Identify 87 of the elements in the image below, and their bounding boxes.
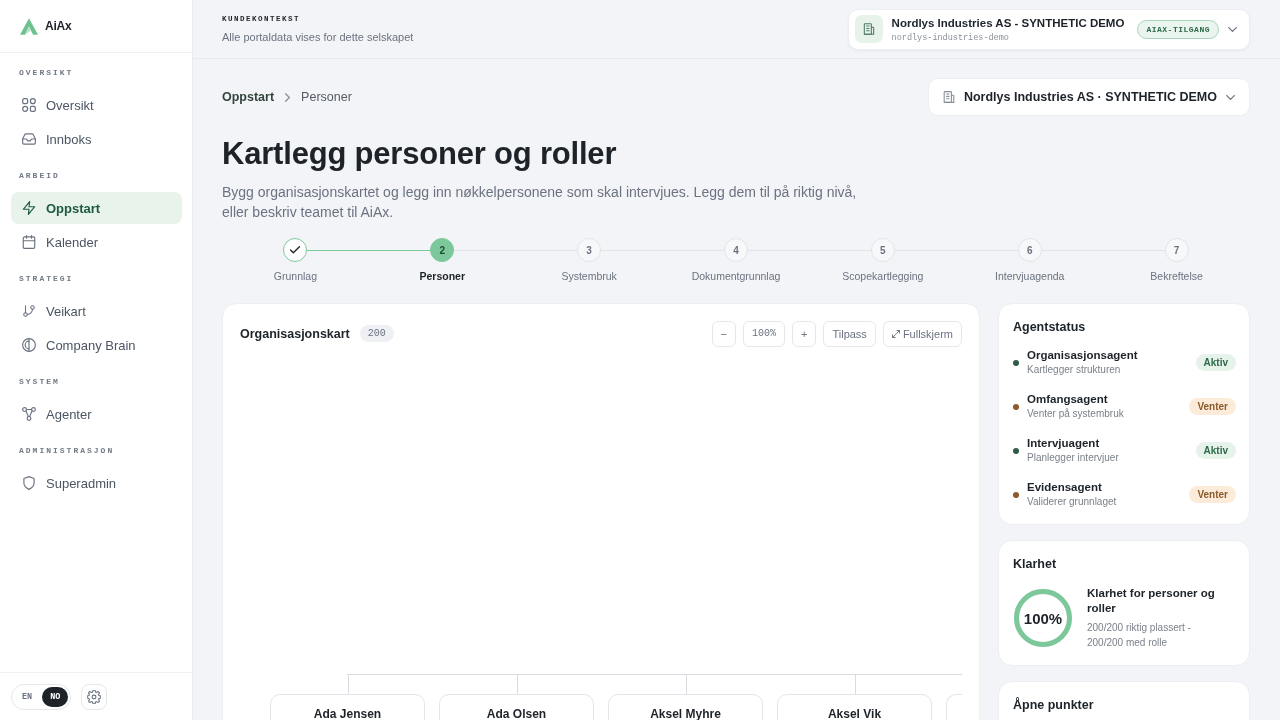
nav-item[interactable]: Oversikt [11, 89, 182, 121]
settings-icon [87, 689, 102, 704]
step-label: Grunnlag [273, 269, 317, 283]
agent-description: Validerer grunnlaget [1027, 495, 1117, 509]
step-number: 6 [1017, 238, 1042, 262]
branch-icon [22, 304, 36, 318]
status-badge: Aktiv [1195, 442, 1236, 459]
company-slug: nordlys-industries-demo [891, 32, 1009, 43]
org-node-card[interactable]: Ada Olsen [439, 694, 594, 720]
grid-icon [22, 98, 36, 112]
nav-item[interactable]: Company Brain [11, 329, 182, 361]
access-badge: AIAX-TILGANG [1137, 19, 1219, 39]
nav-item[interactable]: Veikart [11, 295, 182, 327]
page-description: Bygg organisasjonskartet og legg inn nøkkelpersonene som skal intervjues. Legg dem til på riktig nivå, eller beskriv teamet til AiAx. [222, 183, 858, 222]
nav-item[interactable]: Agenter [11, 398, 182, 430]
status-badge: Venter [1189, 486, 1236, 503]
card-title: Klarhet [1013, 556, 1057, 572]
card-title: Åpne punkter [1013, 697, 1094, 713]
split-circle-icon [22, 338, 36, 352]
agent-name: Intervjuagent [1027, 436, 1100, 451]
chevron-down-icon [1226, 94, 1235, 100]
settings-button[interactable] [81, 683, 108, 710]
section-label: STRATEGI [18, 273, 74, 285]
status-badge: Aktiv [1195, 354, 1236, 371]
shield-icon [22, 476, 36, 490]
step-label: Systembruk [561, 269, 617, 283]
calendar-icon [22, 235, 36, 249]
section-label: ARBEID [18, 170, 60, 182]
network-icon [22, 407, 36, 421]
zoom-out-button[interactable]: − [711, 320, 736, 347]
step-number: 2 [430, 238, 455, 262]
company-name: Nordlys Industries AS - SYNTHETIC DEMO [891, 15, 1125, 30]
step-number: 7 [1164, 238, 1189, 262]
building-icon [942, 91, 955, 103]
company-select[interactable]: Nordlys Industries AS · SYNTHETIC DEMO [927, 78, 1250, 116]
agent-description: Venter på systembruk [1027, 407, 1124, 421]
lightning-icon [22, 201, 36, 215]
logo-icon [20, 17, 38, 35]
zoom-in-button[interactable]: + [792, 320, 817, 347]
section-label: SYSTEM [18, 376, 60, 388]
zoom-level-button[interactable]: 100% [743, 320, 785, 347]
chevron-right-icon [285, 92, 291, 102]
inbox-icon [22, 132, 36, 146]
org-node-card[interactable]: Aksel Myhre [608, 694, 763, 720]
agent-name: Organisasjonsagent [1027, 348, 1138, 363]
org-node-card[interactable]: Aksel Vik [777, 694, 932, 720]
context-description: Alle portaldata vises for dette selskapet [222, 30, 414, 44]
nav-item[interactable]: Superadmin [11, 467, 182, 499]
org-node-card[interactable]: Ada Jensen [270, 694, 425, 720]
agent-name: Evidensagent [1027, 480, 1102, 495]
building-icon [854, 15, 883, 43]
expand-icon [891, 329, 900, 338]
brand-name: AiAx [45, 19, 72, 33]
step-label: Bekreftelse [1150, 269, 1203, 283]
count-badge: 200 [359, 325, 394, 342]
clarity-detail: 200/200 riktig plassert - 200/200 med rolle [1087, 621, 1192, 650]
section-label: ADMINISTRASJON [18, 445, 115, 457]
breadcrumb-current: Personer [301, 90, 352, 104]
agent-name: Omfangsagent [1027, 392, 1108, 407]
step-number: 5 [870, 238, 895, 262]
fit-button[interactable]: Tilpass [823, 320, 876, 347]
nav-item[interactable]: Kalender [11, 226, 182, 258]
chevron-down-icon [1228, 26, 1237, 32]
clarity-percent: 100% [1023, 609, 1063, 627]
section-label: OVERSIKT [18, 67, 74, 79]
company-switcher[interactable]: Nordlys Industries AS - SYNTHETIC DEMO nordlys-industries-demo AIAX-TILGANG [847, 8, 1250, 50]
nav-item[interactable]: Oppstart [11, 192, 182, 224]
breadcrumb-link[interactable]: Oppstart [222, 90, 275, 104]
step-label: Intervjuagenda [994, 269, 1065, 283]
fullscreen-button[interactable]: Fullskjerm [882, 320, 962, 347]
progress-ring [1013, 588, 1073, 648]
agent-description: Kartlegger strukturen [1027, 363, 1121, 377]
nav-item[interactable]: Innboks [11, 123, 182, 155]
agent-description: Planlegger intervjuer [1027, 451, 1119, 465]
card-title: Organisasjonskart [240, 326, 350, 341]
step-label: Scopekartlegging [842, 269, 924, 283]
clarity-heading: Klarhet for personer og roller [1087, 586, 1216, 616]
card-title: Agentstatus [1013, 319, 1086, 335]
step-label: Dokumentgrunnlag [691, 269, 781, 283]
check-icon [290, 246, 301, 254]
language-option[interactable]: NO [42, 686, 69, 707]
status-badge: Venter [1189, 398, 1236, 415]
step-label: Personer [419, 269, 466, 283]
step-number: 4 [724, 238, 748, 262]
step-number: 3 [577, 238, 602, 262]
page-title: Kartlegg personer og roller [222, 136, 617, 172]
language-option[interactable]: EN [14, 686, 41, 707]
